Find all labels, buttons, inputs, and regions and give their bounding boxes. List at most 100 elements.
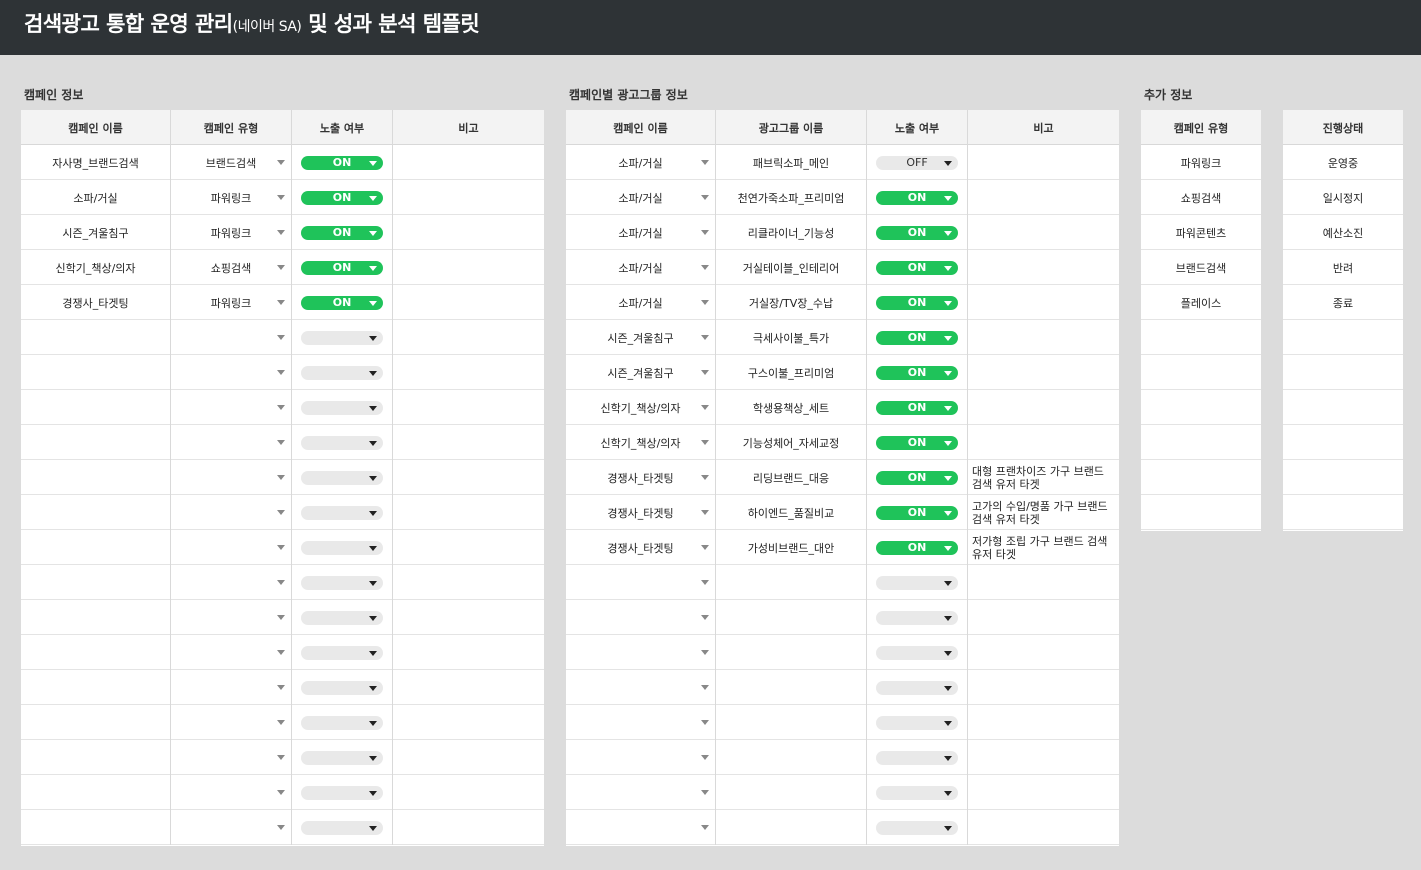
campaign-type-select[interactable]	[171, 530, 292, 565]
campaign-name-cell[interactable]	[21, 740, 171, 775]
campaign-type-item[interactable]: 파워콘텐츠	[1141, 215, 1261, 250]
campaign-type-select[interactable]	[171, 390, 292, 425]
campaign-name-cell[interactable]	[21, 775, 171, 810]
campaign-name-cell[interactable]	[21, 635, 171, 670]
campaign-type-select[interactable]	[171, 705, 292, 740]
exposure-toggle-select[interactable]	[301, 680, 383, 695]
exposure-toggle-select[interactable]: ON	[301, 190, 383, 205]
exposure-toggle-select[interactable]: ON	[876, 540, 958, 555]
campaign-name-cell[interactable]	[21, 495, 171, 530]
exposure-toggle-select[interactable]	[301, 470, 383, 485]
campaign-type-item[interactable]: 파워링크	[1141, 145, 1261, 180]
campaign-type-select[interactable]	[171, 775, 292, 810]
adgroup-name-cell[interactable]	[716, 565, 867, 600]
exposure-toggle-select[interactable]	[876, 750, 958, 765]
note-cell[interactable]	[968, 635, 1119, 670]
campaign-name-select[interactable]: 경쟁사_타겟팅	[566, 530, 716, 565]
note-cell[interactable]	[968, 180, 1119, 215]
adgroup-name-cell[interactable]: 기능성체어_자세교정	[716, 425, 867, 460]
exposure-toggle-select[interactable]	[301, 330, 383, 345]
adgroup-name-cell[interactable]	[716, 670, 867, 705]
campaign-name-select[interactable]	[566, 810, 716, 845]
exposure-toggle-select[interactable]	[876, 820, 958, 835]
campaign-type-select[interactable]: 파워링크	[171, 215, 292, 250]
campaign-name-select[interactable]	[566, 740, 716, 775]
exposure-toggle-select[interactable]	[301, 505, 383, 520]
note-cell[interactable]	[393, 285, 544, 320]
exposure-toggle-select[interactable]	[301, 645, 383, 660]
note-cell[interactable]	[968, 425, 1119, 460]
adgroup-name-cell[interactable]: 거실장/TV장_수납	[716, 285, 867, 320]
progress-status-item[interactable]: 운영중	[1283, 145, 1403, 180]
progress-status-item[interactable]	[1283, 425, 1403, 460]
note-cell[interactable]: 고가의 수입/명품 가구 브랜드 검색 유저 타겟	[968, 495, 1119, 530]
note-cell[interactable]	[393, 775, 544, 810]
campaign-type-select[interactable]	[171, 740, 292, 775]
note-cell[interactable]	[968, 600, 1119, 635]
exposure-toggle-select[interactable]	[301, 785, 383, 800]
exposure-toggle-select[interactable]: ON	[301, 155, 383, 170]
campaign-name-cell[interactable]	[21, 460, 171, 495]
campaign-type-select[interactable]: 파워링크	[171, 285, 292, 320]
adgroup-name-cell[interactable]	[716, 600, 867, 635]
campaign-type-item[interactable]: 쇼핑검색	[1141, 180, 1261, 215]
note-cell[interactable]	[968, 250, 1119, 285]
exposure-toggle-select[interactable]: ON	[876, 330, 958, 345]
campaign-name-cell[interactable]	[21, 810, 171, 845]
campaign-name-cell[interactable]	[21, 390, 171, 425]
campaign-type-select[interactable]	[171, 460, 292, 495]
adgroup-name-cell[interactable]	[716, 740, 867, 775]
campaign-name-select[interactable]	[566, 775, 716, 810]
note-cell[interactable]	[393, 495, 544, 530]
campaign-name-cell[interactable]	[21, 355, 171, 390]
campaign-name-cell[interactable]: 경쟁사_타겟팅	[21, 285, 171, 320]
exposure-toggle-select[interactable]: ON	[876, 190, 958, 205]
adgroup-name-cell[interactable]: 극세사이불_특가	[716, 320, 867, 355]
progress-status-item[interactable]	[1283, 355, 1403, 390]
campaign-type-select[interactable]	[171, 635, 292, 670]
note-cell[interactable]	[393, 565, 544, 600]
campaign-name-select[interactable]: 신학기_책상/의자	[566, 390, 716, 425]
exposure-toggle-select[interactable]: ON	[876, 435, 958, 450]
campaign-type-item[interactable]	[1141, 495, 1261, 530]
campaign-type-item[interactable]	[1141, 390, 1261, 425]
campaign-type-select[interactable]	[171, 355, 292, 390]
campaign-name-cell[interactable]: 시즌_겨울침구	[21, 215, 171, 250]
campaign-type-select[interactable]	[171, 495, 292, 530]
campaign-name-select[interactable]	[566, 600, 716, 635]
adgroup-name-cell[interactable]: 학생용책상_세트	[716, 390, 867, 425]
note-cell[interactable]	[393, 810, 544, 845]
note-cell[interactable]	[393, 250, 544, 285]
exposure-toggle-select[interactable]	[301, 365, 383, 380]
note-cell[interactable]	[968, 390, 1119, 425]
campaign-type-select[interactable]	[171, 810, 292, 845]
exposure-toggle-select[interactable]	[876, 645, 958, 660]
progress-status-item[interactable]: 종료	[1283, 285, 1403, 320]
campaign-type-item[interactable]	[1141, 320, 1261, 355]
campaign-type-select[interactable]	[171, 670, 292, 705]
note-cell[interactable]	[968, 775, 1119, 810]
note-cell[interactable]	[393, 740, 544, 775]
campaign-name-select[interactable]: 시즌_겨울침구	[566, 355, 716, 390]
note-cell[interactable]	[968, 740, 1119, 775]
exposure-toggle-select[interactable]: ON	[301, 295, 383, 310]
note-cell[interactable]	[393, 425, 544, 460]
adgroup-name-cell[interactable]	[716, 810, 867, 845]
progress-status-item[interactable]: 일시정지	[1283, 180, 1403, 215]
campaign-name-select[interactable]: 경쟁사_타겟팅	[566, 460, 716, 495]
note-cell[interactable]	[393, 320, 544, 355]
note-cell[interactable]	[968, 145, 1119, 180]
note-cell[interactable]	[393, 355, 544, 390]
adgroup-name-cell[interactable]: 거실테이블_인테리어	[716, 250, 867, 285]
campaign-type-select[interactable]	[171, 565, 292, 600]
campaign-type-item[interactable]	[1141, 460, 1261, 495]
exposure-toggle-select[interactable]: ON	[301, 225, 383, 240]
campaign-name-cell[interactable]: 소파/거실	[21, 180, 171, 215]
exposure-toggle-select[interactable]	[301, 540, 383, 555]
adgroup-name-cell[interactable]: 리클라이너_기능성	[716, 215, 867, 250]
note-cell[interactable]	[393, 460, 544, 495]
exposure-toggle-select[interactable]: ON	[876, 470, 958, 485]
progress-status-item[interactable]	[1283, 390, 1403, 425]
note-cell[interactable]	[968, 565, 1119, 600]
progress-status-item[interactable]	[1283, 495, 1403, 530]
